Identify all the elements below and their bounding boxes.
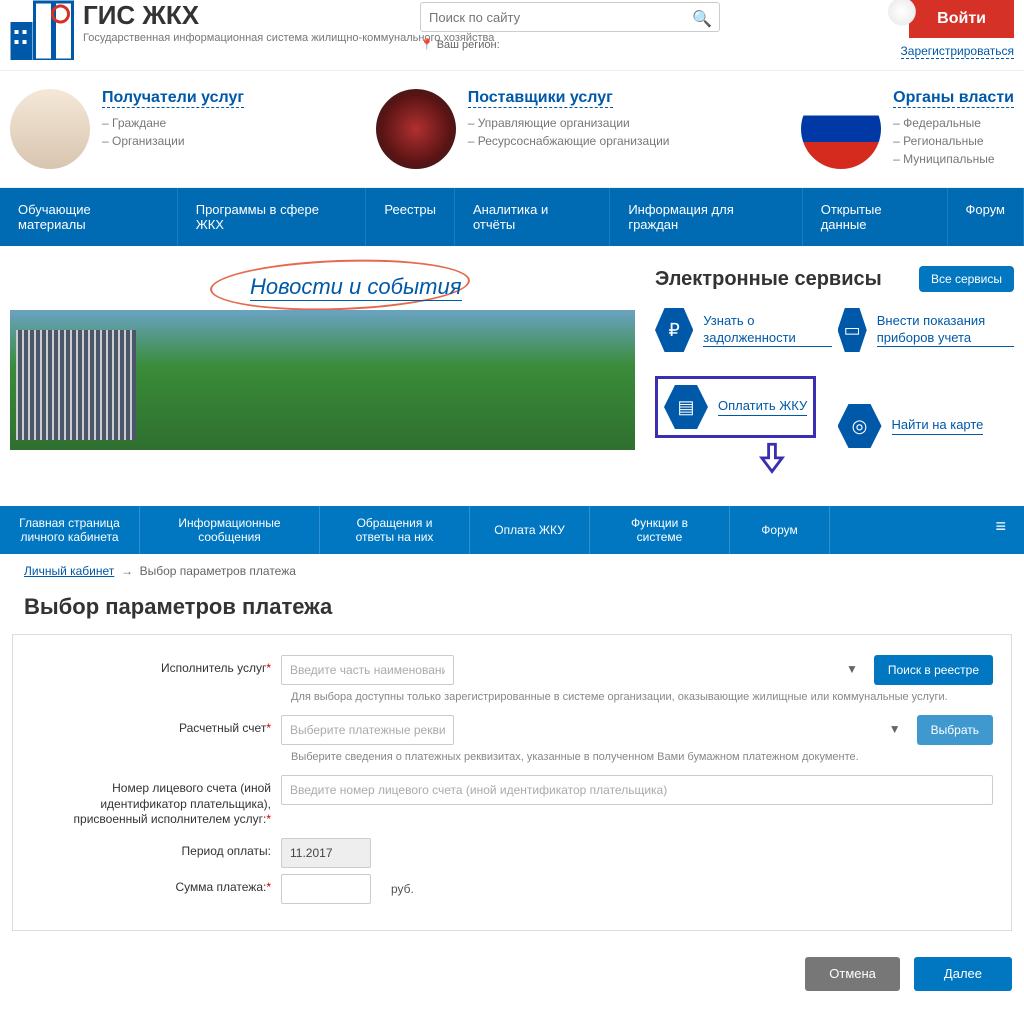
roles-row: Получатели услуг – Граждане – Организаци… bbox=[0, 70, 1024, 188]
provider-input[interactable] bbox=[281, 655, 454, 685]
role-link-providers[interactable]: Поставщики услуг bbox=[468, 89, 613, 108]
search-area: 🔍 📍Ваш регион: bbox=[420, 2, 720, 51]
pin-icon: 📍 bbox=[420, 39, 434, 51]
site-header: ГИС ЖКХ Государственная информационная с… bbox=[0, 0, 1024, 70]
site-search-input[interactable] bbox=[420, 2, 720, 32]
all-services-button[interactable]: Все сервисы bbox=[919, 266, 1014, 292]
news-link[interactable]: Новости и события bbox=[250, 274, 462, 301]
wallet-icon: ▤ bbox=[664, 385, 708, 429]
region-text: Ваш регион: bbox=[437, 39, 500, 51]
news-column: Новости и события bbox=[10, 266, 635, 476]
services-heading: Электронные сервисы bbox=[655, 268, 882, 291]
news-hero-image bbox=[10, 310, 635, 450]
account-label: Расчетный счет* bbox=[31, 715, 281, 737]
nav2-item-appeals[interactable]: Обращения и ответы на них bbox=[320, 506, 470, 554]
highlight-box: ▤ Оплатить ЖКУ bbox=[655, 376, 816, 438]
form-actions: Отмена Далее bbox=[0, 931, 1024, 1017]
select-account-button[interactable]: Выбрать bbox=[917, 715, 993, 745]
service-item-map[interactable]: ◎ Найти на карте bbox=[838, 376, 1015, 476]
service-link[interactable]: Внести показания приборов учета bbox=[877, 313, 1014, 348]
nav2-item-forum[interactable]: Форум bbox=[730, 506, 830, 554]
nav2-item-payment[interactable]: Оплата ЖКУ bbox=[470, 506, 590, 554]
period-input bbox=[281, 838, 371, 868]
region-label: 📍Ваш регион: bbox=[420, 38, 720, 51]
services-column: Электронные сервисы Все сервисы ₽ Узнать… bbox=[655, 266, 1014, 476]
ruble-icon: ₽ bbox=[655, 308, 693, 352]
role-link-consumers[interactable]: Получатели услуг bbox=[102, 89, 244, 108]
nav2-item-functions[interactable]: Функции в системе bbox=[590, 506, 730, 554]
login-button[interactable]: Войти bbox=[909, 0, 1014, 38]
nav-item[interactable]: Открытые данные bbox=[803, 188, 948, 246]
breadcrumb: Личный кабинет → Выбор параметров платеж… bbox=[0, 554, 1024, 588]
nav-item[interactable]: Форум bbox=[948, 188, 1024, 246]
role-card-authorities: Органы власти – Федеральные – Региональн… bbox=[801, 89, 1014, 169]
arrow-down-icon bbox=[755, 442, 789, 476]
account-input[interactable] bbox=[281, 715, 454, 745]
search-registry-button[interactable]: Поиск в реестре bbox=[874, 655, 993, 685]
service-item-pay[interactable]: ▤ Оплатить ЖКУ bbox=[664, 385, 807, 429]
role-sub-item: – Муниципальные bbox=[893, 150, 1014, 168]
period-label: Период оплаты: bbox=[31, 838, 281, 860]
role-sub-item: – Ресурсоснабжающие организации bbox=[468, 132, 670, 150]
ls-label: Номер лицевого счета (иной идентификатор… bbox=[31, 775, 281, 828]
role-card-providers: Поставщики услуг – Управляющие организац… bbox=[376, 89, 670, 169]
middle-section: Новости и события Электронные сервисы Вс… bbox=[0, 246, 1024, 506]
service-item-meter[interactable]: ▭ Внести показания приборов учета bbox=[838, 308, 1015, 352]
page-title: Выбор параметров платежа bbox=[0, 588, 1024, 634]
role-sub-item: – Федеральные bbox=[893, 114, 1014, 132]
nav2-item-home[interactable]: Главная страница личного кабинета bbox=[0, 506, 140, 554]
next-button[interactable]: Далее bbox=[914, 957, 1012, 991]
account-nav: Главная страница личного кабинета Информ… bbox=[0, 506, 1024, 554]
chevron-down-icon[interactable]: ▼ bbox=[889, 722, 901, 736]
logo-icon bbox=[10, 0, 75, 60]
provider-label: Исполнитель услуг* bbox=[31, 655, 281, 677]
nav2-item-messages[interactable]: Информационные сообщения bbox=[140, 506, 320, 554]
hamburger-icon[interactable]: ≡ bbox=[977, 506, 1024, 554]
role-card-consumers: Получатели услуг – Граждане – Организаци… bbox=[10, 89, 244, 169]
sum-label: Сумма платежа:* bbox=[31, 874, 281, 896]
nav-item[interactable]: Программы в сфере ЖКХ bbox=[178, 188, 367, 246]
nav-item[interactable]: Информация для граждан bbox=[610, 188, 802, 246]
service-item-debt[interactable]: ₽ Узнать о задолженности bbox=[655, 308, 832, 352]
breadcrumb-sep: → bbox=[121, 564, 133, 578]
cancel-button[interactable]: Отмена bbox=[805, 957, 900, 991]
payment-form: Исполнитель услуг* ▼ Поиск в реестре Для… bbox=[12, 634, 1012, 931]
account-hint: Выберите сведения о платежных реквизитах… bbox=[291, 751, 993, 763]
role-image-people bbox=[10, 89, 90, 169]
service-link[interactable]: Оплатить ЖКУ bbox=[718, 398, 807, 416]
nav-item[interactable]: Реестры bbox=[366, 188, 455, 246]
search-icon[interactable]: 🔍 bbox=[692, 9, 712, 29]
nav-item[interactable]: Обучающие материалы bbox=[0, 188, 178, 246]
ls-input[interactable] bbox=[281, 775, 993, 805]
sum-unit: руб. bbox=[391, 882, 414, 896]
breadcrumb-current: Выбор параметров платежа bbox=[140, 564, 296, 578]
role-image-pipe bbox=[376, 89, 456, 169]
service-link[interactable]: Узнать о задолженности bbox=[703, 313, 831, 348]
register-link[interactable]: Зарегистрироваться bbox=[901, 44, 1014, 59]
service-link[interactable]: Найти на карте bbox=[892, 417, 984, 435]
login-area: Войти Зарегистрироваться bbox=[901, 0, 1014, 59]
nav-item[interactable]: Аналитика и отчёты bbox=[455, 188, 610, 246]
chevron-down-icon[interactable]: ▼ bbox=[846, 662, 858, 676]
role-sub-item: – Региональные bbox=[893, 132, 1014, 150]
role-image-flag bbox=[801, 89, 881, 169]
breadcrumb-root[interactable]: Личный кабинет bbox=[24, 564, 114, 578]
sum-input[interactable] bbox=[281, 874, 371, 904]
role-sub-item: – Организации bbox=[102, 132, 244, 150]
main-nav: Обучающие материалы Программы в сфере ЖК… bbox=[0, 188, 1024, 246]
role-link-authorities[interactable]: Органы власти bbox=[893, 89, 1014, 108]
meter-icon: ▭ bbox=[838, 308, 867, 352]
provider-hint: Для выбора доступны только зарегистриров… bbox=[291, 691, 993, 703]
role-sub-item: – Граждане bbox=[102, 114, 244, 132]
role-sub-item: – Управляющие организации bbox=[468, 114, 670, 132]
pin-circle-icon: ◎ bbox=[838, 404, 882, 448]
